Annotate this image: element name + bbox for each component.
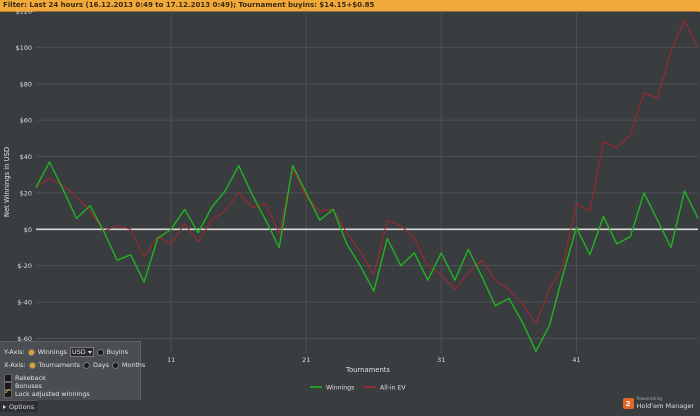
x-axis-row: X-Axis: Tournaments Days Months xyxy=(4,361,145,369)
x-tick-label: 31 xyxy=(437,356,445,364)
x-axis-label: Tournaments xyxy=(345,366,390,374)
y-tick-label: $0 xyxy=(24,226,32,234)
options-label: Options xyxy=(9,402,35,411)
x-days-radio[interactable] xyxy=(82,361,90,369)
rakeback-checkbox[interactable] xyxy=(4,374,12,382)
luck-adjusted-checkbox[interactable] xyxy=(4,387,12,398)
y-axis-row: Y-Axis: Winnings USD Buyins xyxy=(4,347,128,357)
brand-logo: 2 Powered by Hold'em Manager xyxy=(622,397,694,410)
y-tick-label: $120 xyxy=(15,11,32,16)
currency-value: USD xyxy=(72,348,86,356)
y-axis-label: Net Winnings in USD xyxy=(3,147,11,217)
y-axis-label: Y-Axis: xyxy=(4,348,25,356)
y-buyins-label: Buyins xyxy=(106,348,129,356)
legend-label: All-in EV xyxy=(380,384,406,391)
expand-arrow-icon xyxy=(3,404,6,409)
filter-text: Filter: Last 24 hours (16.12.2013 0:49 t… xyxy=(3,1,375,9)
bonuses-label: Bonuses xyxy=(15,382,42,390)
y-tick-label: $20 xyxy=(20,189,32,197)
options-button[interactable]: Options xyxy=(0,400,38,412)
luck-adjusted-label: Luck adjusted winnings xyxy=(15,390,90,398)
x-tournaments-label: Tournaments xyxy=(38,361,80,369)
x-tick-label: 11 xyxy=(167,356,175,364)
y-tick-label: $-40 xyxy=(17,299,32,307)
x-tick-label: 41 xyxy=(572,356,580,364)
y-tick-label: $60 xyxy=(20,117,32,125)
hem-logo-icon: 2 xyxy=(622,398,634,409)
graph-options-panel: Y-Axis: Winnings USD Buyins X-Axis: Tour… xyxy=(0,341,145,400)
x-tournaments-radio[interactable] xyxy=(28,361,36,369)
y-winnings-label: Winnings xyxy=(37,348,68,356)
y-buyins-radio[interactable] xyxy=(96,348,104,356)
x-axis-label: X-Axis: xyxy=(4,361,26,369)
luck-adjusted-row: Luck adjusted winnings xyxy=(4,387,90,398)
y-tick-label: $100 xyxy=(15,44,32,52)
series-line-winnings xyxy=(35,161,699,352)
y-tick-label: $80 xyxy=(20,80,32,88)
x-months-radio[interactable] xyxy=(111,361,119,369)
rakeback-label: Rakeback xyxy=(15,374,46,382)
currency-select[interactable]: USD xyxy=(70,347,94,357)
legend-label: Winnings xyxy=(326,384,354,391)
x-days-label: Days xyxy=(92,361,109,369)
y-tick-label: $40 xyxy=(20,153,32,161)
y-tick-label: $-20 xyxy=(17,262,32,270)
brand-name: Hold'em Manager xyxy=(636,401,694,410)
x-tick-label: 21 xyxy=(302,356,310,364)
rakeback-row: Rakeback xyxy=(4,374,46,382)
x-months-label: Months xyxy=(121,361,146,369)
y-winnings-radio[interactable] xyxy=(27,348,35,356)
chevron-down-icon xyxy=(87,350,92,354)
